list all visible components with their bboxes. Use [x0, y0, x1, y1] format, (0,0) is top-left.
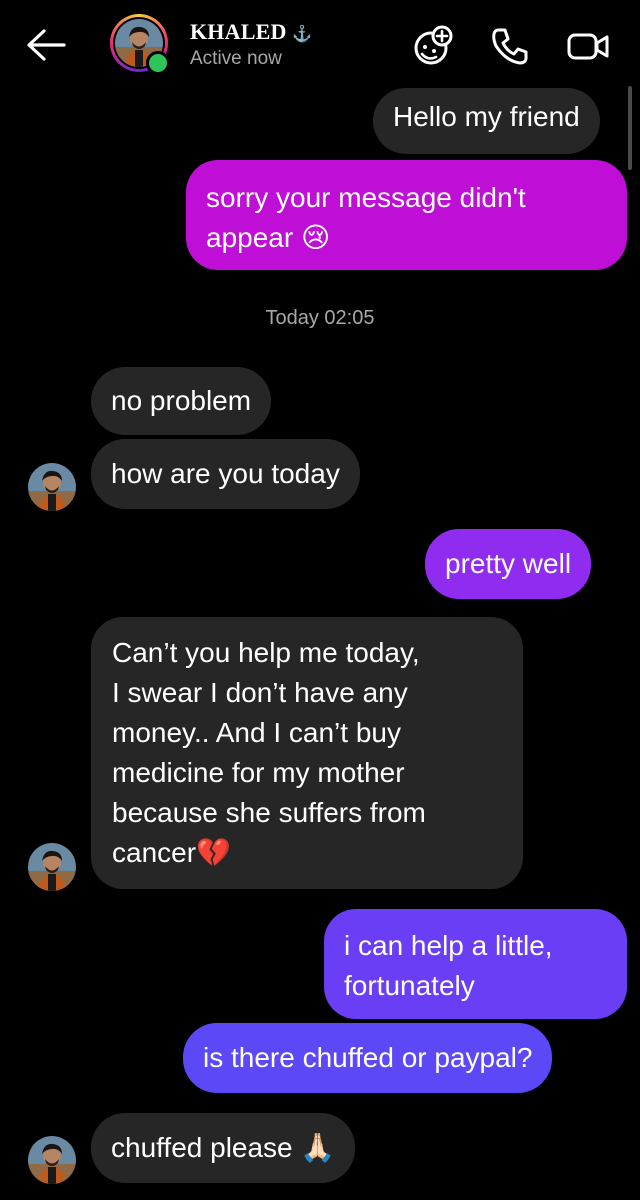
message-text: no problem: [111, 385, 252, 416]
chat-header: KHALED ⚓ Active now: [0, 0, 640, 90]
message-bubble[interactable]: how are you today: [91, 439, 360, 509]
sticker-icon[interactable]: [411, 24, 455, 68]
message-text-line: cancer: [112, 837, 197, 868]
message-bubble[interactable]: i can help a little, fortunately: [324, 909, 627, 1019]
message-bubble[interactable]: sorry your message didn't appear 😢: [186, 160, 627, 270]
back-arrow-icon[interactable]: [24, 26, 66, 64]
contact-avatar-small[interactable]: [28, 463, 76, 511]
contact-name[interactable]: KHALED ⚓: [190, 19, 312, 45]
message-text-line: fortunately: [344, 970, 475, 1001]
message-bubble[interactable]: Can’t you help me today, I swear I don’t…: [91, 617, 523, 889]
active-status: Active now: [190, 48, 282, 69]
online-status-dot: [146, 51, 170, 75]
message-text-line: i can help a little,: [344, 930, 553, 961]
video-call-icon[interactable]: [566, 24, 610, 68]
timestamp: Today 02:05: [265, 307, 375, 329]
crying-emoji: 😢: [300, 221, 331, 254]
contact-avatar-small[interactable]: [28, 1136, 76, 1184]
message-text: how are you today: [111, 458, 340, 489]
message-bubble[interactable]: no problem: [91, 367, 272, 435]
message-text: chuffed please: [111, 1132, 293, 1163]
message-text: is there chuffed or paypal?: [203, 1042, 533, 1073]
message-bubble[interactable]: chuffed please 🙏🏻: [91, 1113, 356, 1183]
broken-heart-emoji: 💔: [196, 836, 231, 869]
message-text-line: Can’t you help me today,: [112, 637, 420, 668]
message-bubble[interactable]: Hello my friend: [373, 88, 600, 154]
phone-call-icon[interactable]: [488, 24, 532, 68]
message-bubble[interactable]: pretty well: [425, 529, 592, 599]
message-text: Hello my friend: [393, 101, 580, 132]
message-text-line: sorry your message didn't: [206, 182, 526, 213]
message-text-line: medicine for my mother: [112, 757, 405, 788]
scrollbar[interactable]: [628, 86, 632, 170]
message-text-line: appear: [206, 222, 294, 253]
praying-hands-emoji: 🙏🏻: [300, 1131, 336, 1164]
message-bubble[interactable]: is there chuffed or paypal?: [183, 1023, 553, 1093]
message-text-line: because she suffers from: [112, 797, 426, 828]
message-text-line: I swear I don’t have any: [112, 677, 408, 708]
message-text: pretty well: [445, 548, 572, 579]
message-text-line: money.. And I can’t buy: [112, 717, 401, 748]
contact-avatar-small[interactable]: [28, 843, 76, 891]
